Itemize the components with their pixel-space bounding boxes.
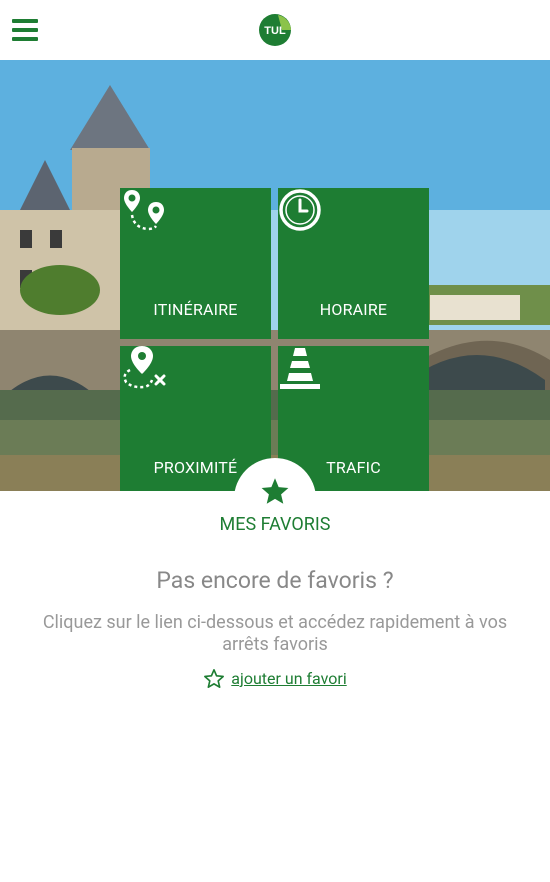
star-icon <box>261 478 289 504</box>
empty-favorites-title: Pas encore de favoris ? <box>156 567 394 594</box>
tile-horaire[interactable]: HORAIRE <box>278 188 429 339</box>
app-logo: TUL <box>259 14 291 46</box>
favorites-title: MES FAVORIS <box>219 514 331 535</box>
hamburger-menu-icon[interactable] <box>12 19 38 41</box>
traffic-cone-icon <box>280 348 320 389</box>
tile-label: PROXIMITÉ <box>153 458 238 477</box>
tile-label: ITINÉRAIRE <box>153 300 238 319</box>
hero-banner: ITINÉRAIRE HORAIRE PROXIMITÉ TRAFIC <box>0 60 550 491</box>
tile-label: TRAFIC <box>326 458 381 477</box>
add-favorite-label[interactable]: ajouter un favori <box>231 669 346 688</box>
star-outline-icon <box>204 669 225 688</box>
clock-icon <box>279 189 321 231</box>
nearby-stop-icon <box>123 346 166 389</box>
svg-text:TUL: TUL <box>264 25 286 37</box>
tile-label: HORAIRE <box>319 300 388 319</box>
tile-itineraire[interactable]: ITINÉRAIRE <box>120 188 271 339</box>
empty-favorites-description: Cliquez sur le lien ci-dessous et accéde… <box>42 612 508 655</box>
app-header: TUL <box>0 0 550 60</box>
add-favorite-link[interactable]: ajouter un favori <box>0 668 550 689</box>
route-icon <box>124 190 164 231</box>
